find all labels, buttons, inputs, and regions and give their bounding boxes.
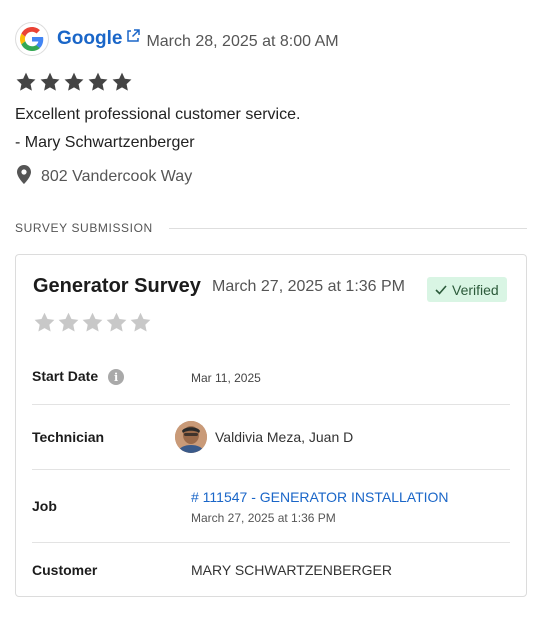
info-icon[interactable]: i	[108, 369, 125, 386]
star-empty-icon	[105, 311, 128, 339]
review-rating	[15, 71, 133, 98]
start-date-label-text: Start Date	[32, 368, 99, 384]
star-filled-icon	[15, 71, 37, 98]
review-author: - Mary Schwartzenberger	[15, 134, 195, 151]
survey-rating	[33, 311, 152, 339]
star-filled-icon	[63, 71, 85, 98]
review-date: March 28, 2025 at 8:00 AM	[146, 33, 339, 50]
source-name: Google	[57, 28, 123, 49]
divider-line	[168, 227, 527, 229]
technician-name: Valdivia Meza, Juan D	[215, 429, 354, 445]
row-divider	[32, 469, 510, 470]
survey-card: Generator Survey March 27, 2025 at 1:36 …	[15, 254, 527, 597]
job-date: March 27, 2025 at 1:36 PM	[191, 511, 336, 525]
check-icon	[435, 282, 447, 298]
verified-label: Verified	[452, 281, 499, 298]
review-header: Google March 28, 2025 at 8:00 AM	[15, 21, 339, 57]
start-date-value: Mar 11, 2025	[191, 371, 261, 385]
survey-title: Generator Survey	[33, 275, 201, 297]
star-filled-icon	[39, 71, 61, 98]
star-empty-icon	[33, 311, 56, 339]
star-filled-icon	[111, 71, 133, 98]
job-link[interactable]: # 111547 - GENERATOR INSTALLATION	[191, 489, 449, 505]
start-date-label: Start Date i	[32, 368, 125, 386]
star-empty-icon	[129, 311, 152, 339]
star-empty-icon	[81, 311, 104, 339]
technician-avatar	[175, 421, 207, 453]
survey-date: March 27, 2025 at 1:36 PM	[212, 278, 405, 295]
map-pin-icon	[17, 165, 31, 189]
row-divider	[32, 542, 510, 543]
verified-badge: Verified	[427, 277, 507, 302]
section-label: SURVEY SUBMISSION	[15, 221, 153, 235]
review-text: Excellent professional customer service.	[15, 106, 301, 123]
star-filled-icon	[87, 71, 109, 98]
customer-value: MARY SCHWARTZENBERGER	[191, 562, 392, 578]
job-label: Job	[32, 498, 57, 514]
external-link-icon	[126, 27, 141, 49]
location-text: 802 Vandercook Way	[41, 168, 193, 185]
star-empty-icon	[57, 311, 80, 339]
google-logo-icon	[15, 22, 49, 56]
section-divider: SURVEY SUBMISSION	[15, 221, 527, 235]
review-location: 802 Vandercook Way	[17, 165, 192, 189]
google-source-link[interactable]: Google	[57, 27, 141, 50]
row-divider	[32, 404, 510, 405]
technician-label: Technician	[32, 429, 105, 445]
customer-label: Customer	[32, 562, 98, 578]
